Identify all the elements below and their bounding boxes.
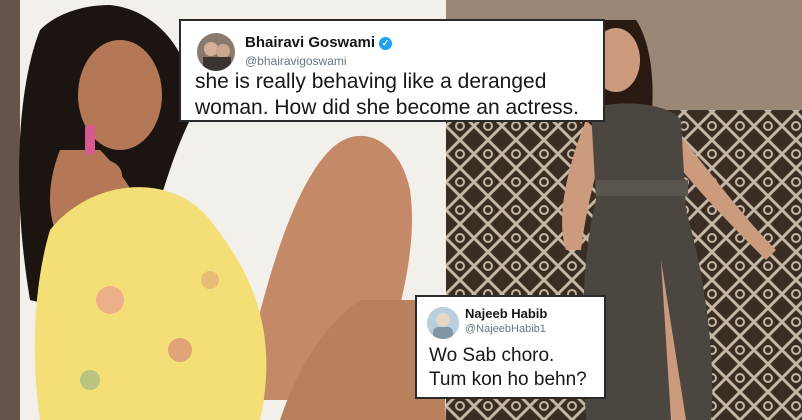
tweet-text-line-2: woman. How did she become an actress.	[195, 96, 580, 119]
tweet-text-line-2: Tum kon ho behn?	[429, 369, 587, 390]
author-name-text: Bhairavi Goswami	[245, 34, 376, 51]
tweet-author-handle[interactable]: @NajeebHabib1	[465, 323, 546, 335]
avatar[interactable]	[427, 307, 459, 339]
avatar-image	[197, 33, 235, 71]
tweet-text-line-1: she is really behaving like a deranged	[195, 70, 547, 93]
tweet-card-top: Bhairavi Goswami ✓ @bhairavigoswami she i…	[179, 19, 605, 122]
tweet-text-line-1: Wo Sab choro.	[429, 345, 555, 366]
avatar-image	[427, 307, 459, 339]
tweet-card-bottom: Najeeb Habib @NajeebHabib1 Wo Sab choro.…	[415, 295, 606, 399]
tweet-author-name[interactable]: Najeeb Habib	[465, 306, 547, 321]
tweet-author-handle[interactable]: @bhairavigoswami	[245, 54, 347, 68]
tweet-author-name[interactable]: Bhairavi Goswami ✓	[245, 34, 393, 51]
verified-badge-icon: ✓	[379, 37, 393, 50]
avatar[interactable]	[197, 33, 235, 71]
